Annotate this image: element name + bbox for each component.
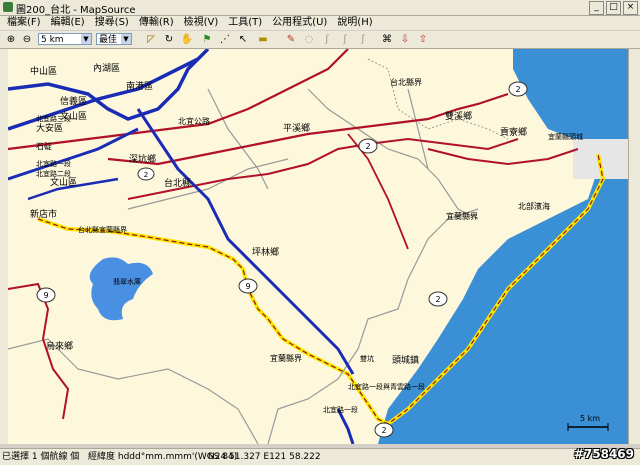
chevron-down-icon: ▼ <box>81 34 91 44</box>
place-label: 宜蘭縣界 <box>270 353 302 363</box>
svg-text:2: 2 <box>365 142 370 151</box>
status-bar: 已選擇 1 個航線 個 經緯度 hddd°mm.mmm'(WGS 84) N24… <box>0 448 640 465</box>
chevron-down-icon: ▼ <box>121 34 131 44</box>
svg-text:2: 2 <box>515 85 520 94</box>
menu-file[interactable]: 檔案(F) <box>2 16 46 30</box>
road-shield: 2 <box>508 81 528 97</box>
detail-select[interactable]: 最佳 ▼ <box>96 33 132 45</box>
place-label: 深坑鄉 <box>129 153 156 165</box>
zoom-scale-select[interactable]: 5 km ▼ <box>38 33 92 45</box>
place-label: 新店市 <box>30 208 57 220</box>
map-canvas[interactable]: 2 2 2 9 9 2 2 內湖區 中山區 南港區 信義區 大安區 文山區 文山… <box>7 47 628 445</box>
place-label: 雙坑 <box>360 354 374 363</box>
track-icon[interactable]: ʃ <box>320 33 334 46</box>
svg-text:9: 9 <box>245 282 250 291</box>
route-icon[interactable]: ⋰ <box>218 33 232 46</box>
place-label: 北宜路三段 <box>36 114 71 123</box>
road-shield: 2 <box>137 167 155 181</box>
toolbar: ⊕ ⊖ 5 km ▼ 最佳 ▼ ◸ ↻ ✋ ⚑ ⋰ ↖ ▬ ✎ ◌ ʃ ʃ ʃ … <box>0 31 640 49</box>
minimize-button[interactable]: _ <box>589 1 604 15</box>
join-icon[interactable]: ʃ <box>356 33 370 46</box>
road-shield: 9 <box>36 287 56 303</box>
receive-icon[interactable]: ⇩ <box>398 33 412 46</box>
place-label: 台北縣宜蘭縣界 <box>78 225 127 234</box>
place-label: 北宜公路 <box>178 116 210 126</box>
selection-status: 已選擇 1 個航線 個 <box>2 452 80 462</box>
selection-icon[interactable]: ◸ <box>144 33 158 46</box>
place-label: 信義區 <box>60 95 87 107</box>
menu-view[interactable]: 檢視(V) <box>179 16 224 30</box>
eraser-icon[interactable]: ◌ <box>302 33 316 46</box>
road-shield: 2 <box>428 291 448 307</box>
place-label: 北宜路一段與青雲路一段 <box>348 382 425 391</box>
maximize-button[interactable]: □ <box>606 1 621 15</box>
menu-bar: 檔案(F) 編輯(E) 搜尋(S) 傳輸(R) 檢視(V) 工具(T) 公用程式… <box>0 16 640 30</box>
place-label: 雙溪鄉 <box>445 110 472 122</box>
close-button[interactable]: × <box>623 1 638 15</box>
svg-text:2: 2 <box>144 171 148 179</box>
app-icon <box>3 2 13 12</box>
place-label: 北宜路一段 <box>36 159 71 168</box>
flag-icon[interactable]: ⚑ <box>200 33 214 46</box>
binoculars-icon[interactable]: ⌘ <box>380 33 394 46</box>
title-bar: 圖200_台北 - MapSource _ □ × <box>0 0 640 16</box>
place-label: 北宜路二段 <box>36 169 71 178</box>
place-label: 宜蘭縣頭城 <box>548 132 583 141</box>
zoom-out-icon[interactable]: ⊖ <box>20 33 34 46</box>
detail-value: 最佳 <box>99 35 118 45</box>
svg-text:9: 9 <box>43 291 48 300</box>
measure-icon[interactable]: ▬ <box>256 33 270 46</box>
place-label: 台北縣 <box>164 177 191 189</box>
place-label: 中山區 <box>30 65 57 77</box>
place-label: 台北縣界 <box>390 77 422 87</box>
rotate-icon[interactable]: ↻ <box>162 33 176 46</box>
menu-transfer[interactable]: 傳輸(R) <box>134 16 179 30</box>
place-label: 內湖區 <box>93 63 120 74</box>
svg-text:2: 2 <box>435 295 440 304</box>
place-label: 石碇 <box>36 141 52 151</box>
menu-find[interactable]: 搜尋(S) <box>90 16 134 30</box>
hand-icon[interactable]: ✋ <box>180 33 194 46</box>
send-icon[interactable]: ⇧ <box>416 33 430 46</box>
place-label: 北宜路一段 <box>323 405 358 414</box>
menu-help[interactable]: 說明(H) <box>332 16 377 30</box>
place-label: 北部濱海 <box>518 201 550 211</box>
watermark: #758469 <box>573 447 634 461</box>
place-label: 南港區 <box>126 80 153 92</box>
filter-icon[interactable]: ʃ <box>338 33 352 46</box>
road-shield: 2 <box>374 422 394 438</box>
menu-edit[interactable]: 編輯(E) <box>46 16 90 30</box>
place-label: 坪林鄉 <box>252 246 279 258</box>
place-label: 烏來鄉 <box>46 340 73 352</box>
cursor-coordinates: N24 51.327 E121 58.222 <box>208 452 321 462</box>
svg-text:5 km: 5 km <box>580 414 600 423</box>
place-label: 頭城鎮 <box>392 354 419 366</box>
vertical-scrollbar[interactable] <box>628 49 640 444</box>
place-label: 貢寮鄉 <box>500 126 527 138</box>
zoom-scale-value: 5 km <box>41 35 64 45</box>
window-title: 圖200_台北 - MapSource <box>16 5 136 16</box>
menu-tools[interactable]: 工具(T) <box>223 16 267 30</box>
left-gutter <box>0 49 8 444</box>
zoom-in-icon[interactable]: ⊕ <box>4 33 18 46</box>
draw-icon[interactable]: ✎ <box>284 33 298 46</box>
svg-text:2: 2 <box>381 426 386 435</box>
pointer-icon[interactable]: ↖ <box>236 33 250 46</box>
place-label: 翡翠水庫 <box>113 277 141 286</box>
place-label: 大安區 <box>36 122 63 134</box>
road-shield: 2 <box>358 138 378 154</box>
road-shield: 9 <box>238 278 258 294</box>
menu-utilities[interactable]: 公用程式(U) <box>267 16 332 30</box>
place-label: 平溪鄉 <box>283 122 310 134</box>
place-label: 宜蘭縣界 <box>446 211 478 221</box>
